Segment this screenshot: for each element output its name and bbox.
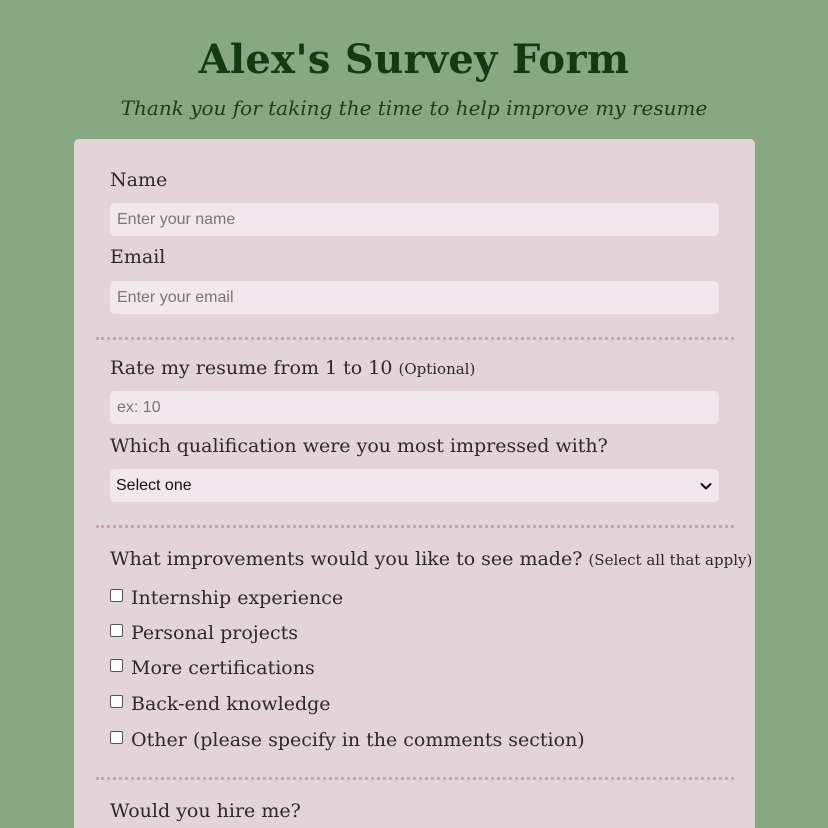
rate-input[interactable] — [110, 391, 719, 424]
section-divider — [96, 337, 734, 340]
checkbox[interactable] — [110, 588, 123, 602]
email-input[interactable] — [110, 281, 719, 314]
improvements-label: What improvements would you like to see … — [110, 548, 752, 570]
checkbox-label: Back-end knowledge — [131, 693, 331, 715]
name-input[interactable] — [110, 203, 719, 236]
section-divider — [96, 525, 734, 528]
checkbox-label: Other (please specify in the comments se… — [131, 729, 585, 751]
checkbox-row-projects[interactable]: Personal projects — [110, 622, 298, 644]
improvements-label-text: What improvements would you like to see … — [110, 548, 583, 570]
checkbox-row-certifications[interactable]: More certifications — [110, 657, 315, 679]
checkbox-row-backend[interactable]: Back-end knowledge — [110, 693, 331, 715]
checkbox[interactable] — [110, 730, 123, 744]
qualification-select[interactable]: Select one — [110, 469, 719, 502]
rate-label: Rate my resume from 1 to 10 (Optional) — [110, 357, 475, 379]
checkbox-label: Personal projects — [131, 622, 298, 644]
checkbox[interactable] — [110, 623, 123, 637]
survey-form: Name Email Rate my resume from 1 to 10 (… — [74, 139, 755, 828]
checkbox[interactable] — [110, 694, 123, 708]
checkbox[interactable] — [110, 658, 123, 672]
section-divider — [96, 777, 734, 780]
qualification-select-value: Select one — [116, 476, 192, 494]
rate-optional-hint: (Optional) — [398, 360, 476, 378]
qualification-label: Which qualification were you most impres… — [110, 435, 608, 457]
survey-page: Alex's Survey Form Thank you for taking … — [0, 0, 828, 828]
checkbox-row-other[interactable]: Other (please specify in the comments se… — [110, 729, 585, 751]
checkbox-label: Internship experience — [131, 587, 344, 609]
page-title: Alex's Survey Form — [198, 36, 630, 83]
hire-label: Would you hire me? — [110, 800, 301, 822]
rate-label-text: Rate my resume from 1 to 10 — [110, 357, 393, 379]
name-label: Name — [110, 169, 168, 191]
page-subtitle: Thank you for taking the time to help im… — [120, 96, 708, 120]
email-label: Email — [110, 246, 166, 268]
checkbox-label: More certifications — [131, 657, 315, 679]
checkbox-row-internship[interactable]: Internship experience — [110, 587, 343, 609]
chevron-down-icon — [699, 479, 713, 493]
improvements-hint: (Select all that apply) — [588, 551, 753, 569]
